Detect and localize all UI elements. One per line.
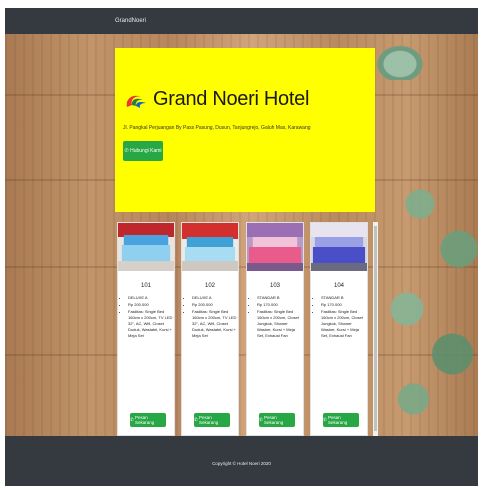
room-card: 104 STANDAR B Rp 170.000 Fasilitas: Sing… — [310, 222, 368, 436]
room-card: 103 STANDAR B Rp 170.000 Fasilitas: Sing… — [246, 222, 304, 436]
plant-decoration — [368, 144, 478, 436]
top-margin — [0, 0, 481, 8]
order-button-label: Pesan Sekarang — [199, 415, 219, 425]
navbar-brand[interactable]: GrandNoeri — [115, 18, 146, 24]
room-number: 102 — [204, 283, 215, 289]
room-number: 103 — [269, 283, 280, 289]
room-facilities: Fasilitas: Single Bed 160cm x 200cm, TV … — [128, 309, 174, 339]
room-photo — [182, 223, 238, 271]
room-features: STANDAR B Rp 170.000 Fasilitas: Single B… — [311, 295, 367, 339]
room-price: Rp 170.000 — [257, 302, 303, 308]
order-button-label: Pesan Sekarang — [328, 415, 348, 425]
room-card: 101 DELUXE A Rp 200.000 Fasilitas: Singl… — [117, 222, 175, 436]
order-button[interactable]: ✆ Pesan Sekarang — [323, 413, 359, 427]
footer-copyright: Copyright © Hotel Noeri 2020 — [212, 461, 271, 466]
room-number: 101 — [140, 283, 151, 289]
room-price: Rp 200.000 — [192, 302, 238, 308]
room-number: 104 — [333, 283, 344, 289]
room-type: STANDAR B — [321, 295, 367, 301]
hotel-logo-icon — [126, 95, 146, 108]
contact-button-label: Hubungi Kami — [130, 148, 162, 154]
room-card-list: 101 DELUXE A Rp 200.000 Fasilitas: Singl… — [113, 222, 373, 436]
room-photo — [247, 223, 303, 271]
room-card: 102 DELUXE A Rp 200.000 Fasilitas: Singl… — [181, 222, 239, 436]
navbar: GrandNoeri — [5, 8, 478, 34]
room-list-scroll-thumb[interactable] — [374, 226, 377, 431]
order-button-label: Pesan Sekarang — [264, 415, 284, 425]
room-features: STANDAR B Rp 170.000 Fasilitas: Single B… — [247, 295, 303, 339]
order-button[interactable]: ✆ Pesan Sekarang — [259, 413, 295, 427]
room-features: DELUXE A Rp 200.000 Fasilitas: Single Be… — [182, 295, 238, 339]
room-features: DELUXE A Rp 200.000 Fasilitas: Single Be… — [118, 295, 174, 339]
order-button[interactable]: ✆ Pesan Sekarang — [194, 413, 230, 427]
room-facilities: Fasilitas: Single Bed 160cm x 200cm, TV … — [192, 309, 238, 339]
hero-jumbotron: Grand Noeri Hotel Jl. Pangkal Perjuangan… — [115, 48, 375, 212]
room-price: Rp 170.000 — [321, 302, 367, 308]
footer: Copyright © Hotel Noeri 2020 — [5, 436, 478, 486]
room-photo — [311, 223, 367, 271]
hero-brand-row: Grand Noeri Hotel — [123, 88, 375, 111]
hero-address: Jl. Pangkal Perjuangan By Pass Pasung, D… — [123, 125, 311, 131]
succulent-decoration — [370, 40, 430, 80]
room-type: DELUXE A — [128, 295, 174, 301]
room-price: Rp 200.000 — [128, 302, 174, 308]
hero-title: Grand Noeri Hotel — [153, 88, 310, 110]
room-type: STANDAR B — [257, 295, 303, 301]
order-button-label: Pesan Sekarang — [135, 415, 155, 425]
order-button[interactable]: ✆ Pesan Sekarang — [130, 413, 166, 427]
room-type: DELUXE A — [192, 295, 238, 301]
room-facilities: Fasilitas: Single Bed 160cm x 200cm, Clo… — [257, 309, 303, 339]
room-photo — [118, 223, 174, 271]
contact-button[interactable]: ✆ Hubungi Kami — [123, 141, 163, 161]
room-facilities: Fasilitas: Single Bed 160cm x 200cm, Clo… — [321, 309, 367, 339]
